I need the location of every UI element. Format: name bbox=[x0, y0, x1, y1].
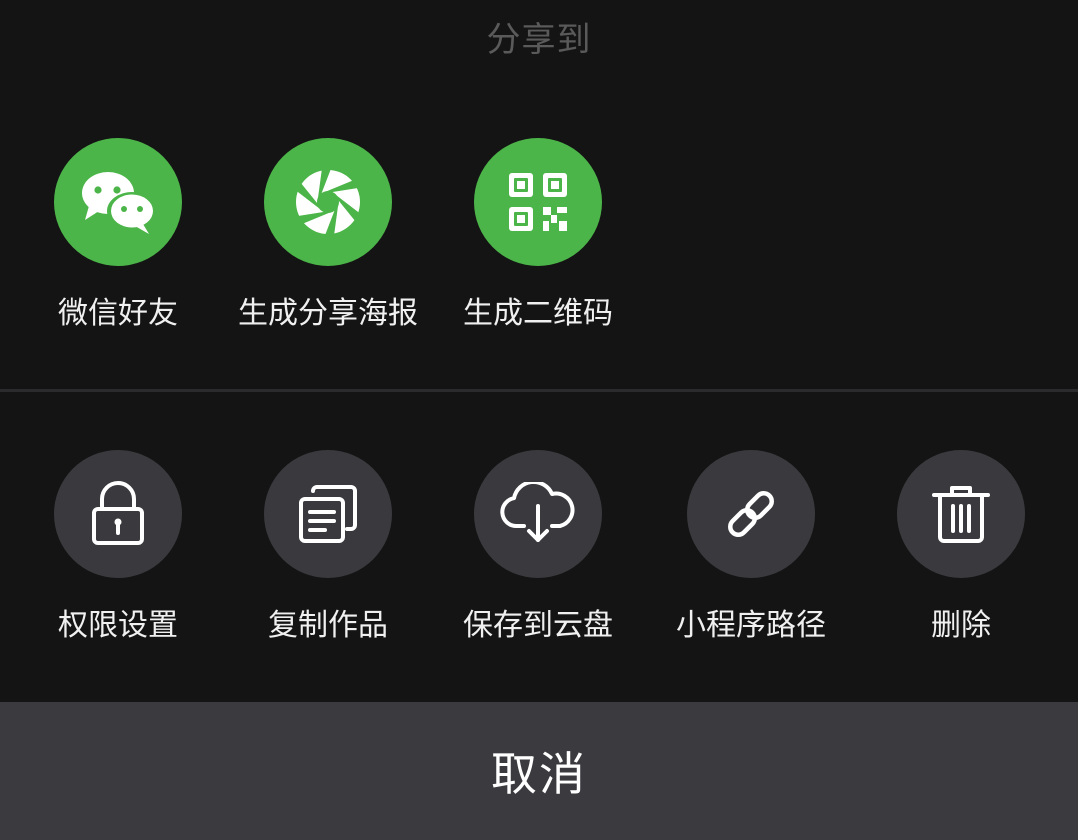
lock-icon bbox=[54, 450, 182, 578]
generate-share-poster-button[interactable]: 生成分享海报 bbox=[223, 130, 433, 350]
mini-program-path-button[interactable]: 小程序路径 bbox=[646, 442, 856, 662]
copy-documents-icon bbox=[264, 450, 392, 578]
cloud-download-icon bbox=[474, 450, 602, 578]
share-sheet: 分享到 微信好友 生成分享海报 生成二维码 权限设置 复制作品 保存到云盘 小程… bbox=[0, 0, 1078, 840]
share-wechat-friend-button[interactable]: 微信好友 bbox=[13, 130, 223, 350]
action-option-label: 删除 bbox=[931, 608, 991, 643]
share-sheet-title: 分享到 bbox=[486, 20, 592, 60]
link-icon bbox=[687, 450, 815, 578]
generate-qr-code-button[interactable]: 生成二维码 bbox=[433, 130, 643, 350]
save-to-cloud-drive-button[interactable]: 保存到云盘 bbox=[433, 442, 643, 662]
copy-work-button[interactable]: 复制作品 bbox=[223, 442, 433, 662]
wechat-icon bbox=[54, 138, 182, 266]
share-option-label: 生成二维码 bbox=[463, 296, 613, 331]
camera-aperture-icon bbox=[264, 138, 392, 266]
qr-code-icon bbox=[474, 138, 602, 266]
action-options-row: 权限设置 复制作品 保存到云盘 小程序路径 删除 bbox=[0, 442, 1078, 702]
trash-icon bbox=[897, 450, 1025, 578]
permission-settings-button[interactable]: 权限设置 bbox=[13, 442, 223, 662]
section-divider bbox=[0, 389, 1078, 392]
delete-button[interactable]: 删除 bbox=[856, 442, 1066, 662]
cancel-button[interactable]: 取消 bbox=[0, 702, 1078, 840]
share-options-row: 微信好友 生成分享海报 生成二维码 bbox=[0, 130, 1078, 390]
